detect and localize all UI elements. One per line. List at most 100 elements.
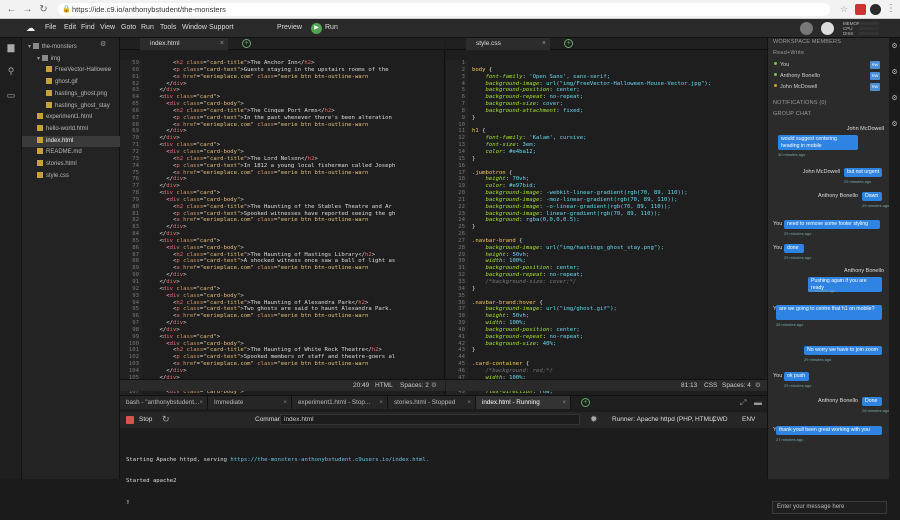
command-input[interactable]: index.html (280, 414, 580, 425)
console-tab-3[interactable]: stories.html - Stopped × (388, 396, 476, 409)
run-button[interactable]: Run (325, 24, 338, 31)
close-icon[interactable]: × (199, 396, 203, 409)
tree-item-the-monsters[interactable]: ▾ the-monsters (22, 42, 120, 53)
new-terminal-icon[interactable]: + (581, 398, 590, 407)
cwd-button[interactable]: CWD (712, 416, 728, 423)
address-bar[interactable]: 🔒 https://ide.c9.io/anthonybstudent/the-… (58, 3, 830, 16)
console-line: Started apache2 (126, 478, 177, 484)
back-icon[interactable]: ← (6, 4, 17, 15)
user-avatar[interactable] (800, 22, 813, 35)
menu-support[interactable]: Support (209, 24, 234, 31)
maximize-icon[interactable]: ⤢ (740, 398, 746, 408)
restart-icon[interactable]: ↻ (162, 414, 170, 425)
tree-item-index-html[interactable]: index.html (22, 135, 120, 147)
more-menu-icon[interactable]: ⋮ (886, 3, 896, 14)
search-icon[interactable]: ⚲ (5, 66, 17, 76)
gear-icon[interactable]: ⚙ (890, 42, 899, 51)
collaborate-icon[interactable]: ⚙ (890, 94, 899, 103)
chat-sender-name: John McDowell (846, 126, 884, 132)
tree-item-img[interactable]: ▾ img (22, 54, 120, 65)
minimize-icon[interactable]: ▬ (754, 398, 762, 407)
notifications-header[interactable]: NOTIFICATIONS (0) (773, 100, 827, 106)
chat-message-input[interactable]: Enter your message here (772, 501, 887, 514)
console-tab-0[interactable]: bash - "anthonybstudent... × (120, 396, 208, 409)
tab-style-css[interactable]: style.css × (466, 38, 550, 50)
chat-sender-name: John McDowell (802, 169, 840, 175)
workspace-members-header[interactable]: WORKSPACE MEMBERS (773, 39, 841, 45)
line-number: 82 (132, 217, 139, 224)
code-area-html[interactable]: <h2 class="card-title">The Anchor Inn</h… (146, 60, 445, 396)
tree-item-label: experiment1.html (46, 114, 93, 121)
console-url[interactable]: https://the-monsters-anthonybstudent.c9u… (230, 457, 429, 463)
indent-setting[interactable]: Spaces: 2 (400, 380, 429, 392)
cloud9-logo-icon[interactable]: ☁ (26, 24, 38, 33)
tree-item-stories-html[interactable]: stories.html (22, 159, 120, 170)
chat-timestamp: 29 minutes ago (804, 357, 832, 362)
tree-item-hello-world-html[interactable]: hello-world.html (22, 124, 120, 135)
close-icon[interactable]: × (562, 396, 566, 409)
star-icon[interactable]: ☆ (840, 4, 850, 14)
code-line: <div class="card"> (159, 142, 221, 149)
tree-item-label: index.html (46, 137, 74, 144)
console-tab-2[interactable]: experiment1.html - Stop... × (292, 396, 388, 409)
menu-view[interactable]: View (100, 24, 115, 31)
runner-select[interactable]: Runner: Apache httpd (PHP, HTML) (612, 416, 715, 423)
tree-item-freevector-hallowee[interactable]: FreeVector-Hallowee (22, 65, 120, 76)
member-role-badge[interactable]: RW (870, 83, 880, 91)
group-chat-header[interactable]: GROUP CHAT (773, 111, 811, 117)
close-icon[interactable]: × (283, 396, 287, 409)
member-1[interactable]: Anthony Bonello RW (774, 71, 884, 81)
member-role-badge[interactable]: RW (870, 72, 880, 80)
debug-bug-icon[interactable]: ✹ (590, 414, 598, 425)
close-icon[interactable]: × (220, 38, 224, 50)
gear-icon[interactable]: ⚙ (890, 68, 899, 77)
menu-file[interactable]: File (45, 24, 56, 31)
code-line: .jumbotron { (472, 169, 513, 176)
collaborator-avatar[interactable] (821, 22, 834, 35)
close-icon[interactable]: × (379, 396, 383, 409)
new-tab-icon[interactable]: + (242, 39, 251, 48)
reload-icon[interactable]: ↻ (38, 4, 49, 15)
tree-item-readme-md[interactable]: README.md (22, 147, 120, 158)
gear-icon[interactable]: ⚙ (890, 120, 899, 129)
menu-run[interactable]: Run (141, 24, 154, 31)
resource-meter[interactable]: MEMORY CPU DISK (843, 21, 883, 36)
close-icon[interactable]: × (467, 396, 471, 409)
stop-button[interactable]: Stop (139, 416, 152, 423)
stop-icon[interactable] (126, 416, 134, 424)
language-mode[interactable]: HTML (375, 380, 393, 392)
new-tab-icon[interactable]: + (564, 39, 573, 48)
terminal-icon[interactable]: ▭ (5, 90, 17, 100)
tree-item-hastings-ghost-stay[interactable]: hastings_ghost_stay (22, 101, 120, 112)
menu-tools[interactable]: Tools (160, 24, 176, 31)
menu-goto[interactable]: Goto (121, 24, 136, 31)
close-icon[interactable]: × (542, 38, 546, 50)
line-number: 69 (132, 128, 139, 135)
menu-find[interactable]: Find (81, 24, 95, 31)
tab-index-html[interactable]: index.html × (140, 38, 228, 50)
gear-icon[interactable]: ⚙ (431, 380, 437, 392)
env-button[interactable]: ENV (742, 416, 755, 423)
run-icon[interactable]: ▶ (311, 23, 322, 34)
extension-icon[interactable] (855, 4, 866, 15)
member-0[interactable]: You RW (774, 60, 884, 70)
forward-icon[interactable]: → (22, 4, 33, 15)
menu-edit[interactable]: Edit (64, 24, 76, 31)
profile-avatar[interactable] (870, 4, 881, 15)
language-mode[interactable]: CSS (704, 380, 717, 392)
tree-item-style-css[interactable]: style.css (22, 171, 120, 182)
line-number: 79 (132, 196, 139, 203)
code-area-css[interactable]: body { font-family: 'Open Sans', sans-se… (472, 60, 767, 396)
indent-setting[interactable]: Spaces: 4 (722, 380, 751, 392)
gear-icon[interactable]: ⚙ (755, 380, 761, 392)
folder-icon[interactable]: ▆ (5, 42, 17, 52)
console-tab-1[interactable]: Immediate × (208, 396, 292, 409)
tree-item-ghost-gif[interactable]: ghost.gif (22, 77, 120, 88)
preview-button[interactable]: Preview (277, 24, 302, 31)
tree-item-hastings-ghost-png[interactable]: hastings_ghost.png (22, 89, 120, 100)
menu-window[interactable]: Window (182, 24, 207, 31)
console-tab-4[interactable]: index.html - Running × (476, 396, 571, 409)
member-2[interactable]: John McDowell RW (774, 82, 884, 92)
tree-item-experiment1-html[interactable]: experiment1.html (22, 112, 120, 123)
member-role-badge[interactable]: RW (870, 61, 880, 69)
